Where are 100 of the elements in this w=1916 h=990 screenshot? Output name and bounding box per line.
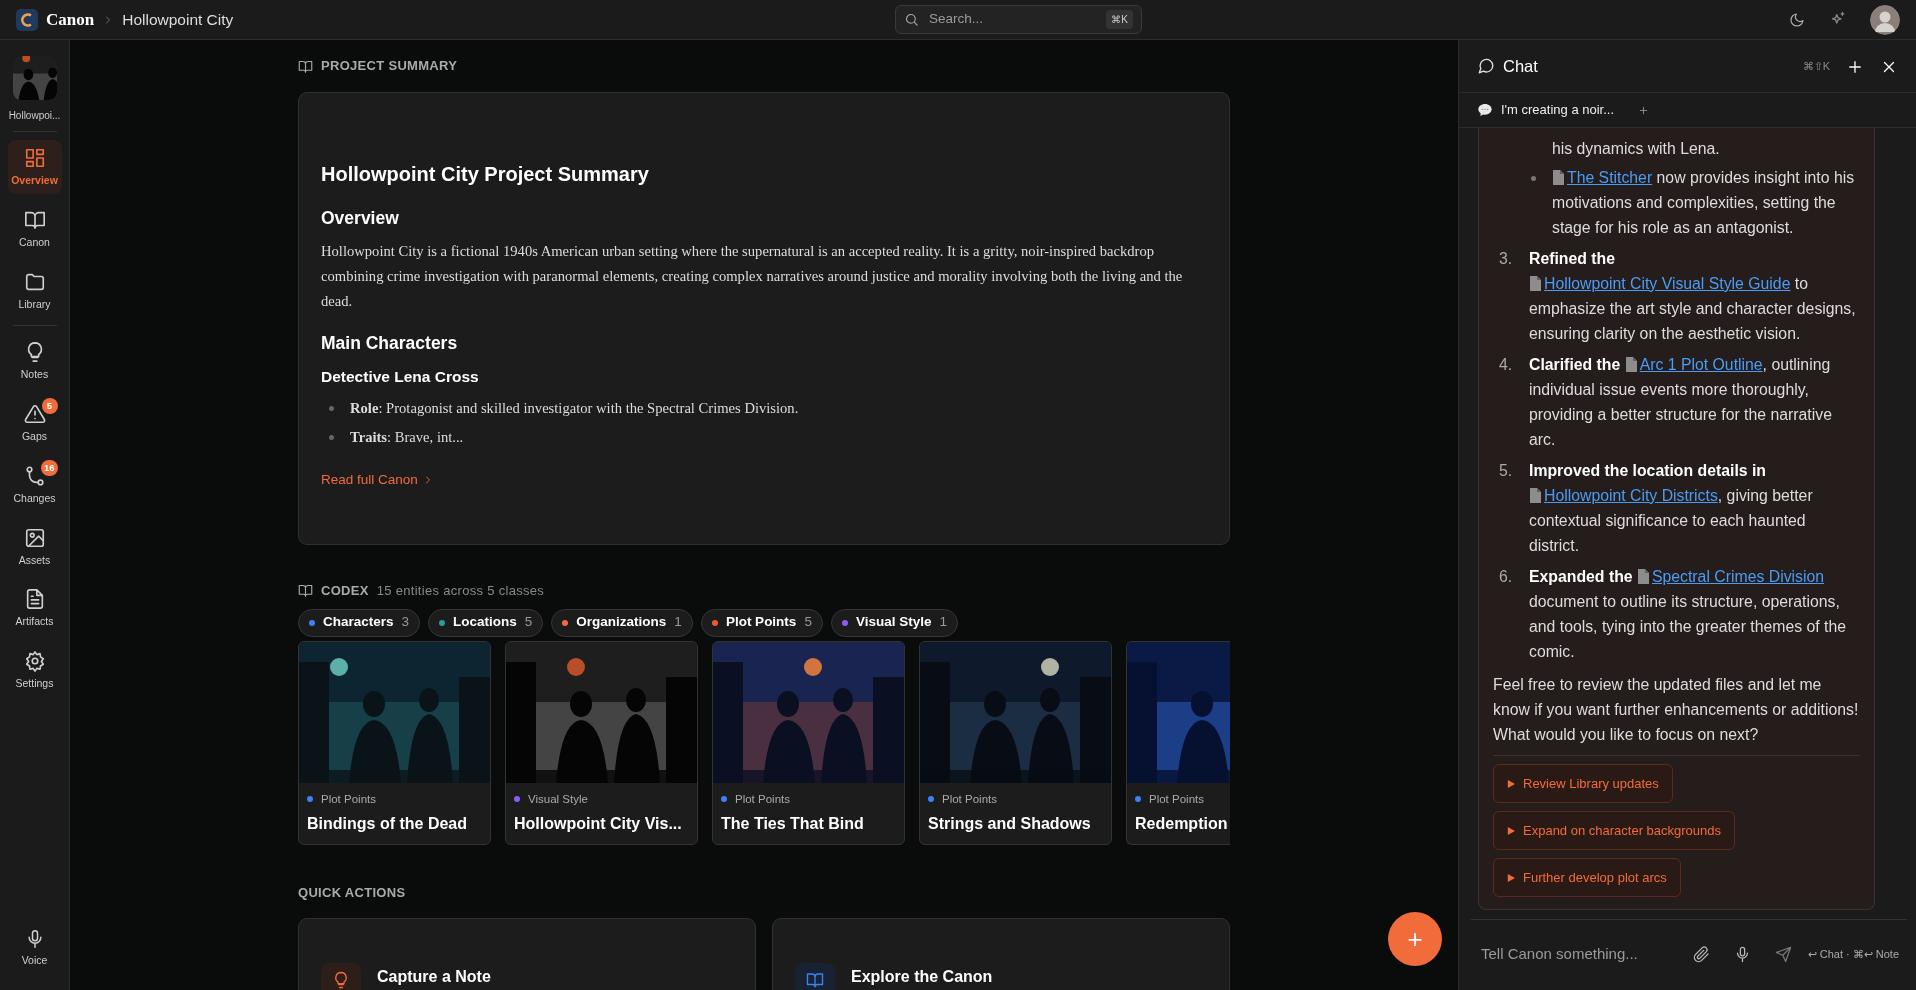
search-box[interactable]: Search... ⌘K xyxy=(895,5,1142,34)
subsection-title: Detective Lena Cross xyxy=(321,366,480,387)
list-number: 4. xyxy=(1499,355,1514,375)
document-link[interactable]: The Stitcher xyxy=(1552,169,1653,186)
action-card[interactable]: Explore the Canon xyxy=(772,918,1230,990)
message-input[interactable]: Tell Canon something... xyxy=(1479,942,1679,967)
document-link[interactable]: Spectral Crimes Division xyxy=(1636,568,1825,585)
nav-item[interactable]: Changes 16 xyxy=(7,457,62,512)
document-icon xyxy=(1529,488,1542,503)
chip-label: Organizations xyxy=(576,613,667,632)
send-icon[interactable] xyxy=(1774,946,1792,963)
list-item-text: Improved the location details in Hollowpoint City Districts, giving better contextual significance to each haunted district. xyxy=(1529,461,1814,556)
filter-chip[interactable]: Organizations 1 xyxy=(551,608,693,637)
chip-count: 1 xyxy=(939,613,947,632)
image-icon xyxy=(23,526,46,549)
branch-icon xyxy=(23,464,46,487)
count-badge: 5 xyxy=(41,398,58,414)
book-icon xyxy=(298,58,313,74)
section-title: Main Characters xyxy=(321,332,459,356)
summary-title: Hollowpoint City Project Summary xyxy=(321,162,650,187)
read-link[interactable]: Read full Canon xyxy=(321,469,434,490)
list-number: 6. xyxy=(1499,567,1514,587)
nav-item[interactable]: Overview xyxy=(7,140,62,194)
nav-item[interactable]: Artifacts xyxy=(7,581,62,635)
list-item-text: Role: Protagonist and skilled investigator with the Spectral Crimes Division. xyxy=(350,398,799,418)
entity-card[interactable]: Plot Points Redemption xyxy=(1126,640,1230,845)
chat-tab[interactable]: I'm creating a noir... xyxy=(1477,100,1615,120)
card-title: Strings and Shadows xyxy=(928,813,1092,834)
chip-label: Locations xyxy=(453,613,517,632)
card-category: Plot Points xyxy=(321,791,376,807)
list-item-text: Traits: Brave, int... xyxy=(350,427,464,447)
entity-card[interactable]: Visual Style Hollowpoint City Vis... xyxy=(505,640,698,845)
document-icon xyxy=(1552,170,1565,185)
entity-card[interactable]: Plot Points The Ties That Bind xyxy=(712,640,905,845)
settings-icon xyxy=(23,650,46,672)
project-name[interactable]: Hollowpoi... xyxy=(8,108,61,123)
chip-count: 1 xyxy=(674,613,682,632)
book-icon xyxy=(298,583,313,599)
card-category: Visual Style xyxy=(528,791,588,807)
plus-icon xyxy=(1638,105,1650,117)
paperclip-icon[interactable] xyxy=(1692,946,1710,963)
filter-chip[interactable]: Characters 3 xyxy=(298,608,421,637)
filter-chip[interactable]: Plot Points 5 xyxy=(700,608,823,637)
moon-icon xyxy=(1789,11,1805,28)
nav-item[interactable]: Notes xyxy=(7,334,62,388)
chip-label: Visual Style xyxy=(855,613,932,632)
grid-icon xyxy=(23,147,46,169)
avatar[interactable] xyxy=(1870,4,1900,35)
document-icon xyxy=(1636,569,1650,584)
section-heading: CODEX xyxy=(321,582,369,600)
section-heading: PROJECT SUMMARY xyxy=(321,57,458,76)
nav-item[interactable]: Gaps 5 xyxy=(7,396,62,450)
suggestion-button[interactable]: Further develop plot arcs xyxy=(1493,858,1681,897)
play-icon xyxy=(1507,873,1515,882)
list-number: 3. xyxy=(1499,249,1514,269)
filter-chip[interactable]: Locations 5 xyxy=(428,608,544,637)
card-title: Hollowpoint City Vis... xyxy=(514,813,683,834)
document-link[interactable]: Hollowpoint City Visual Style Guide xyxy=(1529,275,1791,292)
nav-item[interactable]: Assets xyxy=(7,519,62,574)
entity-card[interactable]: Plot Points Bindings of the Dead xyxy=(298,640,491,845)
chip-count: 3 xyxy=(401,613,410,632)
bullet-dot xyxy=(329,434,334,440)
brand-name[interactable]: Canon xyxy=(46,6,95,33)
list-item-text: The Stitcher now provides insight into his motivations and complexities, setting the stage for his role as an antagonist. xyxy=(1552,168,1856,238)
suggestion-button[interactable]: Review Library updates xyxy=(1493,764,1673,803)
nav-item[interactable]: Settings xyxy=(7,643,62,697)
shortcut-hint: ↩ Chat · ⌘↩ Note xyxy=(1807,947,1899,963)
count-badge: 16 xyxy=(40,459,58,476)
book-icon xyxy=(806,971,824,989)
voice-button[interactable]: Voice xyxy=(7,922,62,974)
filter-chip[interactable]: Visual Style 1 xyxy=(830,608,958,637)
section-heading: QUICK ACTIONS xyxy=(298,883,407,902)
nav-item[interactable]: Library xyxy=(7,263,62,318)
section-title: Overview xyxy=(321,207,400,230)
document-link[interactable]: Arc 1 Plot Outline xyxy=(1624,356,1763,373)
document-icon xyxy=(1529,276,1542,291)
document-link[interactable]: Hollowpoint City Districts xyxy=(1529,487,1718,504)
play-icon xyxy=(1507,779,1515,788)
search-field[interactable]: Search... xyxy=(927,8,1107,31)
list-item-text: Refined the Hollowpoint City Visual Style Guide to emphasize the art style and character designs, ensuring clarity on the aesthetic vision. xyxy=(1529,249,1857,344)
nav-item[interactable]: Canon xyxy=(7,201,62,256)
list-item-text: his dynamics with Lena. xyxy=(1552,139,1720,159)
entity-card[interactable]: Plot Points Strings and Shadows xyxy=(919,640,1112,845)
action-title: Explore the Canon xyxy=(851,967,993,987)
action-card[interactable]: Capture a Note xyxy=(298,918,756,990)
chip-label: Plot Points xyxy=(725,613,797,632)
speech-bubble-icon xyxy=(1477,102,1493,118)
list-item-text: Expanded the Spectral Crimes Division document to outline its structure, operations, and tools, tying into the greater themes of the comic. xyxy=(1529,567,1847,662)
bullet-dot xyxy=(329,405,334,411)
card-category: Plot Points xyxy=(942,791,997,807)
breadcrumb: Hollowpoint City xyxy=(122,9,234,30)
list-item-text: Clarified the Arc 1 Plot Outline, outlining individual issue events more thoroughly, providing a better structure for the narrative arc. xyxy=(1529,355,1833,450)
chip-count: 5 xyxy=(524,613,533,632)
panel-title: Chat xyxy=(1503,55,1538,77)
lightbulb-icon xyxy=(332,971,350,989)
document-icon xyxy=(1624,357,1638,372)
bullet-dot xyxy=(1531,176,1536,181)
card-title: Bindings of the Dead xyxy=(307,813,468,834)
chat-icon xyxy=(1477,57,1495,75)
suggestion-button[interactable]: Expand on character backgrounds xyxy=(1493,811,1735,850)
